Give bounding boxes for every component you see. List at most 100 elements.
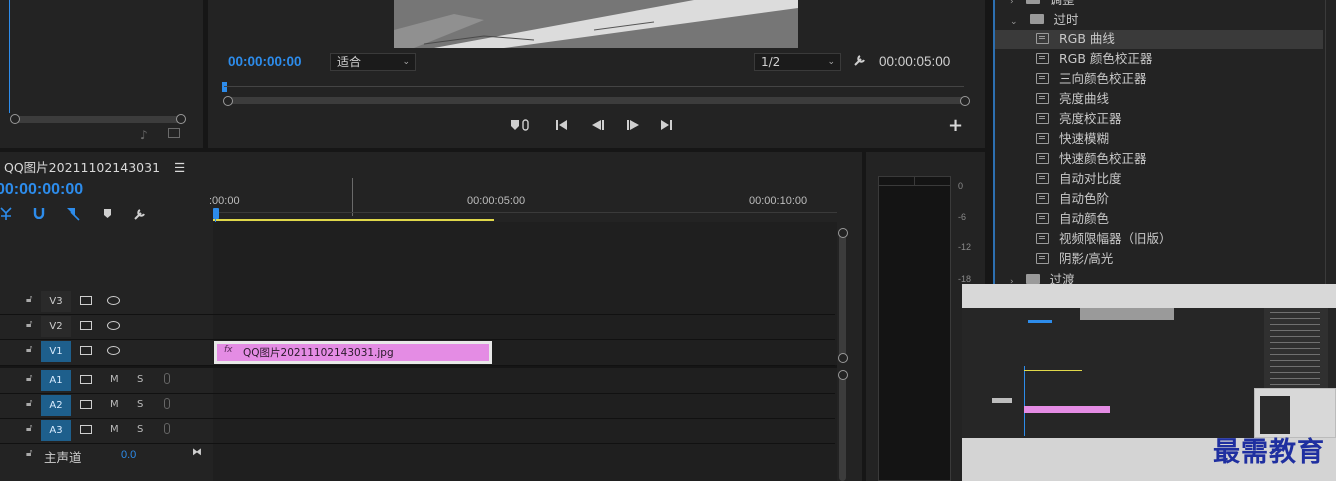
playhead-timecode[interactable]: 00:00:00:00 [228, 54, 302, 69]
track-target-v2[interactable]: V2 [41, 316, 71, 337]
thumb-clip [1024, 406, 1110, 413]
meter-tick-6: -6 [958, 212, 967, 222]
marker-link-icon[interactable] [510, 118, 532, 132]
go-to-out-icon[interactable] [659, 119, 673, 131]
thumb-timeline-line [1024, 366, 1025, 436]
lock-icon[interactable]: 🔓︎ [26, 398, 32, 409]
sequence-tab[interactable]: QQ图片20211102143031 ☰ [4, 157, 185, 176]
scrubber-ruler[interactable] [224, 86, 964, 92]
mic-icon[interactable] [164, 398, 170, 409]
menu-icon[interactable]: ☰ [174, 160, 185, 175]
mute-button[interactable]: M [110, 399, 119, 410]
effect-item-video-limiter[interactable]: 视频限幅器（旧版） [1036, 230, 1172, 248]
step-forward-icon[interactable] [626, 119, 640, 131]
snap-icon[interactable] [0, 207, 12, 221]
master-volume[interactable]: 0.0 [121, 449, 136, 461]
lock-icon[interactable]: 🔓︎ [26, 294, 32, 305]
audio-scrollbar[interactable] [839, 376, 846, 481]
sync-lock-icon[interactable] [80, 375, 92, 384]
eye-icon[interactable] [107, 321, 120, 330]
solo-button[interactable]: S [137, 374, 143, 385]
work-area-bar[interactable] [213, 219, 494, 221]
sync-lock-icon[interactable] [80, 425, 92, 434]
zoom-bar[interactable] [228, 97, 966, 104]
effect-label: RGB 曲线 [1059, 31, 1115, 46]
sync-lock-icon[interactable] [80, 321, 92, 330]
effect-icon [1036, 53, 1049, 64]
thumb-workarea [1024, 370, 1082, 371]
effect-label: 自动色阶 [1059, 191, 1110, 206]
timeline-timecode[interactable]: 00:00:00:00 [0, 181, 83, 199]
go-to-in-icon[interactable] [555, 119, 569, 131]
zoom-bar-handle-left[interactable] [223, 96, 233, 106]
magnet-icon[interactable] [33, 207, 45, 219]
lock-icon[interactable]: 🔓︎ [26, 448, 32, 459]
effect-item-fast-blur[interactable]: 快速模糊 [1036, 130, 1109, 148]
effect-item-auto-color[interactable]: 自动颜色 [1036, 210, 1109, 228]
sync-lock-icon[interactable] [80, 400, 92, 409]
go-to-end-icon[interactable]: ⧓ [192, 447, 202, 458]
thumb-effects-list [1270, 312, 1320, 388]
track-target-a3[interactable]: A3 [41, 420, 71, 441]
mute-button[interactable]: M [110, 424, 119, 435]
effect-icon [1036, 113, 1049, 124]
fit-dropdown[interactable]: 适合 ⌄ [330, 53, 416, 71]
video-clip[interactable]: fx QQ图片20211102143031.jpg [214, 341, 492, 364]
lock-icon[interactable]: 🔓︎ [26, 319, 32, 330]
playhead-marker[interactable] [213, 208, 219, 219]
zoom-slider-handle-right[interactable] [176, 114, 186, 124]
effect-item-fast-color-corrector[interactable]: 快速颜色校正器 [1036, 150, 1147, 168]
effect-item-rgb-color-corrector[interactable]: RGB 颜色校正器 [1036, 50, 1152, 68]
mic-icon[interactable] [164, 423, 170, 434]
effect-item-auto-levels[interactable]: 自动色阶 [1036, 190, 1109, 208]
lock-icon[interactable]: 🔓︎ [26, 344, 32, 355]
folder-adjust[interactable]: › 调整 [1010, 0, 1075, 9]
scroll-handle-top[interactable] [838, 228, 848, 238]
track-target-a1[interactable]: A1 [41, 370, 71, 391]
effect-item-three-way[interactable]: 三向颜色校正器 [1036, 70, 1147, 88]
automate-sequence-icon[interactable]: ♪ [140, 128, 148, 142]
time-ruler[interactable]: :00:00 00:00:05:00 00:00:10:00 [209, 178, 837, 222]
chevron-down-icon: ⌄ [1010, 17, 1018, 27]
eye-icon[interactable] [107, 346, 120, 355]
lock-icon[interactable]: 🔓︎ [26, 373, 32, 384]
scroll-handle-mid[interactable] [838, 353, 848, 363]
sync-lock-icon[interactable] [80, 346, 92, 355]
track-target-a2[interactable]: A2 [41, 395, 71, 416]
duration-timecode: 00:00:05:00 [879, 54, 951, 69]
audio-meter-cap [878, 185, 951, 186]
effect-label: 快速模糊 [1059, 131, 1110, 146]
sync-lock-icon[interactable] [80, 296, 92, 305]
eye-icon[interactable] [107, 296, 120, 305]
zoom-slider-handle-left[interactable] [10, 114, 20, 124]
zoom-slider-track[interactable] [14, 116, 182, 123]
new-bin-icon[interactable] [168, 128, 180, 138]
lock-icon[interactable]: 🔓︎ [26, 423, 32, 434]
wrench-icon[interactable] [853, 53, 867, 67]
effect-item-shadow-highlight[interactable]: 阴影/高光 [1036, 250, 1113, 268]
track-target-v1[interactable]: V1 [41, 341, 71, 362]
add-marker-icon[interactable] [103, 208, 112, 219]
step-back-icon[interactable] [591, 119, 605, 131]
mute-button[interactable]: M [110, 374, 119, 385]
clip-name: QQ图片20211102143031.jpg [243, 347, 394, 359]
effect-item-rgb-curves[interactable]: RGB 曲线 [1036, 30, 1115, 48]
linked-selection-icon[interactable] [66, 207, 80, 221]
solo-button[interactable]: S [137, 399, 143, 410]
folder-obsolete[interactable]: ⌄ 过时 [1010, 11, 1079, 29]
timeline-settings-wrench-icon[interactable] [133, 207, 147, 221]
scroll-handle-audio[interactable] [838, 370, 848, 380]
add-button-icon[interactable]: + [948, 117, 963, 135]
resolution-dropdown-value: 1/2 [761, 55, 781, 69]
solo-button[interactable]: S [137, 424, 143, 435]
vertical-scrollbar[interactable] [839, 232, 846, 358]
effect-item-luma-curve[interactable]: 亮度曲线 [1036, 90, 1109, 108]
effect-item-luma-corrector[interactable]: 亮度校正器 [1036, 110, 1122, 128]
zoom-bar-handle-right[interactable] [960, 96, 970, 106]
effect-item-auto-contrast[interactable]: 自动对比度 [1036, 170, 1122, 188]
folder-icon [1025, 0, 1040, 4]
resolution-dropdown[interactable]: 1/2 ⌄ [754, 53, 841, 71]
chevron-down-icon: ⌄ [402, 57, 410, 67]
mic-icon[interactable] [164, 373, 170, 384]
track-target-v3[interactable]: V3 [41, 291, 71, 312]
